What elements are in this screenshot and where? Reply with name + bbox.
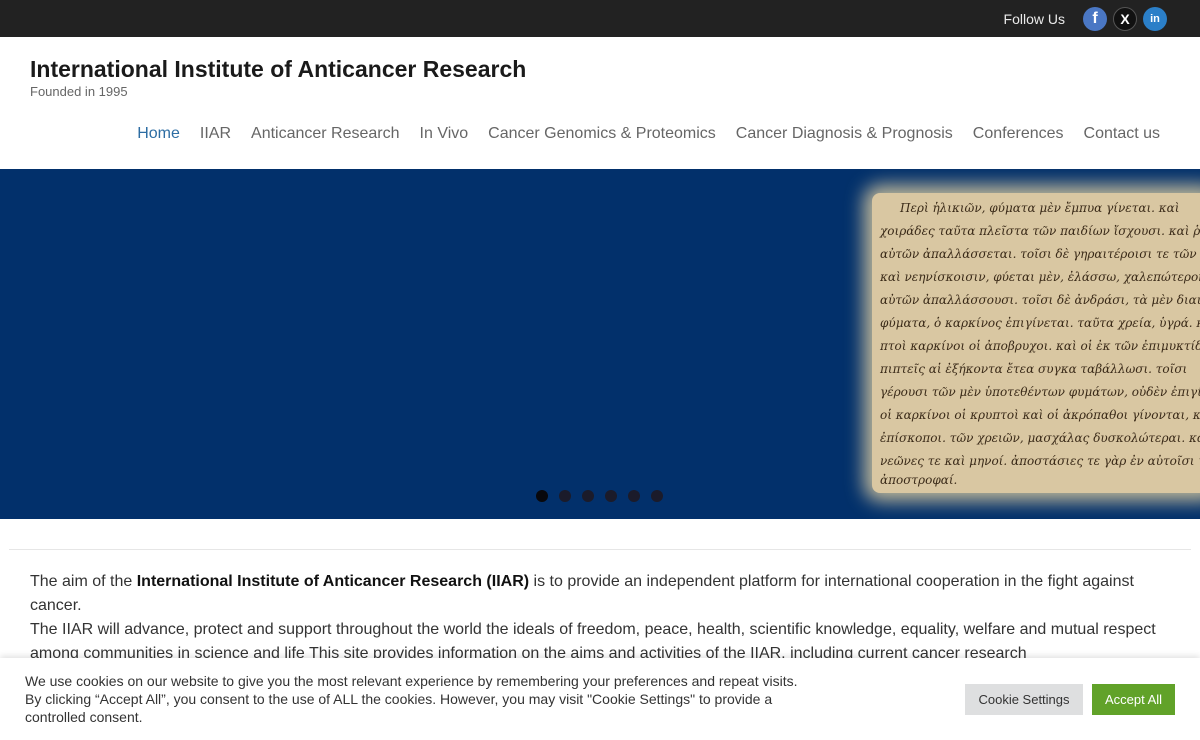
manuscript-line: Περὶ ἡλικιῶν, φύματα μὲν ἔμπυα γίνεται. … [900,201,1180,215]
intro-text: The aim of the International Institute o… [30,570,1170,666]
manuscript-line: πιπτεῖς αἱ ἐξήκοντα ἔτεα συγκα ταβάλλωσι… [880,362,1188,376]
slider-dot[interactable] [651,490,663,502]
intro-p1-bold: International Institute of Anticancer Re… [136,573,530,590]
slider-dots [536,490,663,502]
slider-dot[interactable] [536,490,548,502]
manuscript-line: χοιράδες ταῦτα πλεῖστα τῶν παιδίων ἴσχου… [880,224,1200,238]
content-divider [9,549,1191,550]
manuscript-line: ἀποστροφαί. [880,473,958,487]
manuscript-line: καὶ νεηνίσκοισιν, φύεται μὲν, ἐλάσσω, χα… [880,270,1200,284]
site-tagline: Founded in 1995 [30,84,128,99]
site-header: International Institute of Anticancer Re… [0,37,1200,169]
nav-item-cancer-diagnosis[interactable]: Cancer Diagnosis & Prognosis [736,125,953,143]
manuscript-line: πτοὶ καρκίνοι οἱ ἀποβρυχοι. καὶ οἱ ἐκ τῶ… [880,339,1200,353]
facebook-icon[interactable]: f [1083,7,1107,31]
slider-dot[interactable] [559,490,571,502]
manuscript-line: γέρουσι τῶν μὲν ὑποτεθέντων φυμάτων, οὐδ… [880,385,1200,399]
nav-item-cancer-genomics[interactable]: Cancer Genomics & Proteomics [488,125,716,143]
manuscript-image: Περὶ ἡλικιῶν, φύματα μὲν ἔμπυα γίνεται. … [872,193,1200,493]
linkedin-icon[interactable]: in [1143,7,1167,31]
intro-p1-before: The aim of the [30,573,137,590]
x-icon[interactable]: X [1113,7,1137,31]
cookie-text: We use cookies on our website to give yo… [25,673,798,725]
nav-item-iiar[interactable]: IIAR [200,125,231,143]
nav-item-contact[interactable]: Contact us [1084,125,1160,143]
slider-dot[interactable] [582,490,594,502]
intro-paragraph-1: The aim of the International Institute o… [30,570,1170,618]
site-title[interactable]: International Institute of Anticancer Re… [30,56,526,83]
top-bar: Follow Us f X in [0,0,1200,37]
slider-dot[interactable] [628,490,640,502]
manuscript-line: αὐτῶν ἀπαλλάσσεται. τοῖσι δὲ γηραιτέροισ… [880,247,1200,261]
cookie-banner: We use cookies on our website to give yo… [0,658,1200,740]
hero-slider: Περὶ ἡλικιῶν, φύματα μὲν ἔμπυα γίνεται. … [0,169,1200,519]
follow-us-label: Follow Us [1003,11,1065,27]
cookie-settings-button[interactable]: Cookie Settings [965,684,1083,715]
manuscript-line: ἐπίσκοποι. τῶν χρειῶν, μασχάλας δυσκολώτ… [880,431,1200,445]
nav-item-in-vivo[interactable]: In Vivo [420,125,469,143]
manuscript-line: οἱ καρκίνοι οἱ κρυπτοὶ καὶ οἱ ἀκρόπαθοι … [880,408,1200,422]
main-nav: Home IIAR Anticancer Research In Vivo Ca… [137,125,1160,143]
nav-item-conferences[interactable]: Conferences [973,125,1064,143]
manuscript-line: αὐτῶν ἀπαλλάσσουσι. τοῖσι δὲ ἀνδράσι, τὰ… [880,293,1200,307]
nav-item-anticancer-research[interactable]: Anticancer Research [251,125,400,143]
accept-all-button[interactable]: Accept All [1092,684,1175,715]
manuscript-line: φύματα, ὁ καρκίνος ἐπιγίνεται. ταῦτα χρε… [880,316,1200,330]
manuscript-line: νεῶνες τε καὶ μηνοί. ἀποστάσιες τε γὰρ ἐ… [880,454,1200,468]
slider-dot[interactable] [605,490,617,502]
nav-item-home[interactable]: Home [137,125,180,143]
